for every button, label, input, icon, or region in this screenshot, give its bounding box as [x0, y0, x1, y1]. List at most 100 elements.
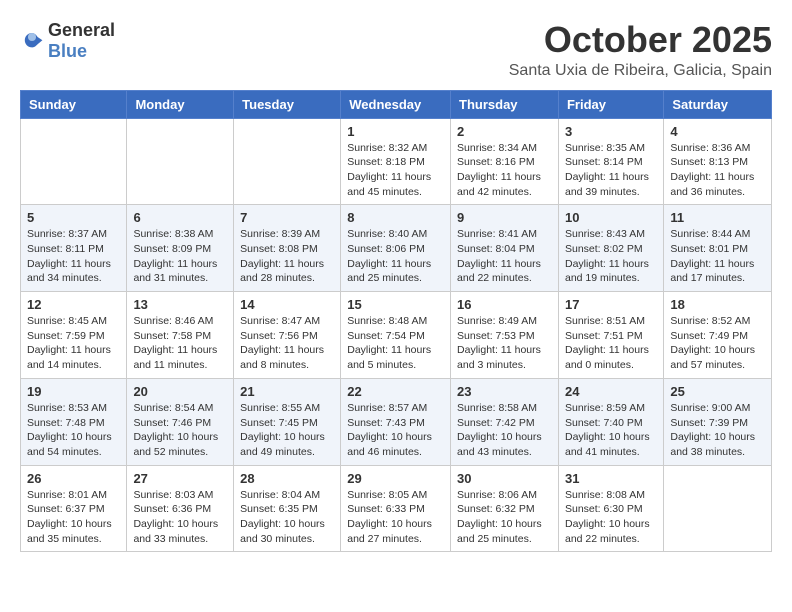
calendar-cell: 8 Sunrise: 8:40 AM Sunset: 8:06 PM Daylig…	[341, 205, 451, 292]
day-number: 20	[133, 384, 227, 399]
calendar-cell: 16Sunrise: 8:49 AM Sunset: 7:53 PM Dayli…	[451, 292, 559, 379]
day-number: 27	[133, 471, 227, 486]
day-number: 2	[457, 124, 552, 139]
calendar-cell: 12 Sunrise: 8:45 AM Sunset: 7:59 PM Dayli…	[21, 292, 127, 379]
day-info: Sunrise: 8:32 AM Sunset: 8:18 PM Dayligh…	[347, 141, 444, 200]
day-info: Sunrise: 8:03 AM Sunset: 6:36 PM Dayligh…	[133, 488, 227, 547]
logo-text-blue: Blue	[48, 41, 87, 61]
calendar-cell: 3 Sunrise: 8:35 AM Sunset: 8:14 PM Daylig…	[558, 118, 663, 205]
weekday-header-row: SundayMondayTuesdayWednesdayThursdayFrid…	[21, 90, 772, 118]
day-number: 8	[347, 210, 444, 225]
day-number: 5	[27, 210, 120, 225]
day-info: Sunrise: 8:54 AM Sunset: 7:46 PM Dayligh…	[133, 401, 227, 460]
calendar-cell: 20 Sunrise: 8:54 AM Sunset: 7:46 PM Dayli…	[127, 378, 234, 465]
weekday-header-friday: Friday	[558, 90, 663, 118]
calendar-cell: 1 Sunrise: 8:32 AM Sunset: 8:18 PM Daylig…	[341, 118, 451, 205]
calendar-cell: 11 Sunrise: 8:44 AM Sunset: 8:01 PM Dayli…	[664, 205, 772, 292]
day-info: Sunrise: 8:51 AM Sunset: 7:51 PM Dayligh…	[565, 314, 657, 373]
calendar-cell: 2Sunrise: 8:34 AM Sunset: 8:16 PM Daylig…	[451, 118, 559, 205]
day-number: 24	[565, 384, 657, 399]
day-number: 13	[133, 297, 227, 312]
day-info: Sunrise: 8:44 AM Sunset: 8:01 PM Dayligh…	[670, 227, 765, 286]
logo-text-general: General	[48, 20, 115, 40]
day-number: 31	[565, 471, 657, 486]
day-info: Sunrise: 8:57 AM Sunset: 7:43 PM Dayligh…	[347, 401, 444, 460]
day-info: Sunrise: 8:45 AM Sunset: 7:59 PM Dayligh…	[27, 314, 120, 373]
calendar-cell: 6 Sunrise: 8:38 AM Sunset: 8:09 PM Daylig…	[127, 205, 234, 292]
page-header: General Blue October 2025 Santa Uxia de …	[20, 20, 772, 80]
day-number: 7	[240, 210, 334, 225]
location-title: Santa Uxia de Ribeira, Galicia, Spain	[509, 62, 772, 80]
weekday-header-tuesday: Tuesday	[234, 90, 341, 118]
calendar-cell	[234, 118, 341, 205]
day-number: 18	[670, 297, 765, 312]
day-number: 9	[457, 210, 552, 225]
calendar-cell: 14 Sunrise: 8:47 AM Sunset: 7:56 PM Dayli…	[234, 292, 341, 379]
day-info: Sunrise: 8:43 AM Sunset: 8:02 PM Dayligh…	[565, 227, 657, 286]
day-info: Sunrise: 8:05 AM Sunset: 6:33 PM Dayligh…	[347, 488, 444, 547]
day-info: Sunrise: 8:40 AM Sunset: 8:06 PM Dayligh…	[347, 227, 444, 286]
calendar-cell: 18Sunrise: 8:52 AM Sunset: 7:49 PM Dayli…	[664, 292, 772, 379]
calendar-cell: 29Sunrise: 8:05 AM Sunset: 6:33 PM Dayli…	[341, 465, 451, 552]
day-number: 15	[347, 297, 444, 312]
calendar-cell: 27 Sunrise: 8:03 AM Sunset: 6:36 PM Dayli…	[127, 465, 234, 552]
day-number: 6	[133, 210, 227, 225]
day-info: Sunrise: 8:49 AM Sunset: 7:53 PM Dayligh…	[457, 314, 552, 373]
title-block: October 2025 Santa Uxia de Ribeira, Gali…	[509, 20, 772, 80]
weekday-header-monday: Monday	[127, 90, 234, 118]
day-number: 12	[27, 297, 120, 312]
day-number: 3	[565, 124, 657, 139]
day-info: Sunrise: 8:35 AM Sunset: 8:14 PM Dayligh…	[565, 141, 657, 200]
calendar-cell: 24Sunrise: 8:59 AM Sunset: 7:40 PM Dayli…	[558, 378, 663, 465]
day-info: Sunrise: 8:08 AM Sunset: 6:30 PM Dayligh…	[565, 488, 657, 547]
day-info: Sunrise: 8:47 AM Sunset: 7:56 PM Dayligh…	[240, 314, 334, 373]
day-number: 30	[457, 471, 552, 486]
calendar-cell: 21 Sunrise: 8:55 AM Sunset: 7:45 PM Dayli…	[234, 378, 341, 465]
day-number: 22	[347, 384, 444, 399]
calendar-cell: 26Sunrise: 8:01 AM Sunset: 6:37 PM Dayli…	[21, 465, 127, 552]
day-info: Sunrise: 8:04 AM Sunset: 6:35 PM Dayligh…	[240, 488, 334, 547]
calendar-table: SundayMondayTuesdayWednesdayThursdayFrid…	[20, 90, 772, 553]
day-info: Sunrise: 8:01 AM Sunset: 6:37 PM Dayligh…	[27, 488, 120, 547]
day-number: 19	[27, 384, 120, 399]
calendar-cell: 31 Sunrise: 8:08 AM Sunset: 6:30 PM Dayli…	[558, 465, 663, 552]
weekday-header-wednesday: Wednesday	[341, 90, 451, 118]
day-info: Sunrise: 8:37 AM Sunset: 8:11 PM Dayligh…	[27, 227, 120, 286]
calendar-cell	[21, 118, 127, 205]
day-info: Sunrise: 8:58 AM Sunset: 7:42 PM Dayligh…	[457, 401, 552, 460]
day-info: Sunrise: 8:53 AM Sunset: 7:48 PM Dayligh…	[27, 401, 120, 460]
day-number: 28	[240, 471, 334, 486]
day-info: Sunrise: 8:55 AM Sunset: 7:45 PM Dayligh…	[240, 401, 334, 460]
day-info: Sunrise: 8:38 AM Sunset: 8:09 PM Dayligh…	[133, 227, 227, 286]
calendar-cell: 17 Sunrise: 8:51 AM Sunset: 7:51 PM Dayli…	[558, 292, 663, 379]
calendar-cell: 25Sunrise: 9:00 AM Sunset: 7:39 PM Dayli…	[664, 378, 772, 465]
calendar-cell	[127, 118, 234, 205]
calendar-cell: 15Sunrise: 8:48 AM Sunset: 7:54 PM Dayli…	[341, 292, 451, 379]
day-info: Sunrise: 8:46 AM Sunset: 7:58 PM Dayligh…	[133, 314, 227, 373]
calendar-cell: 7 Sunrise: 8:39 AM Sunset: 8:08 PM Daylig…	[234, 205, 341, 292]
calendar-cell: 22 Sunrise: 8:57 AM Sunset: 7:43 PM Dayli…	[341, 378, 451, 465]
weekday-header-sunday: Sunday	[21, 90, 127, 118]
day-number: 4	[670, 124, 765, 139]
calendar-week-row: 12 Sunrise: 8:45 AM Sunset: 7:59 PM Dayli…	[21, 292, 772, 379]
weekday-header-saturday: Saturday	[664, 90, 772, 118]
calendar-week-row: 1 Sunrise: 8:32 AM Sunset: 8:18 PM Daylig…	[21, 118, 772, 205]
day-number: 25	[670, 384, 765, 399]
logo-icon	[20, 29, 44, 53]
day-info: Sunrise: 8:36 AM Sunset: 8:13 PM Dayligh…	[670, 141, 765, 200]
day-number: 17	[565, 297, 657, 312]
month-title: October 2025	[509, 20, 772, 60]
weekday-header-thursday: Thursday	[451, 90, 559, 118]
calendar-cell: 19 Sunrise: 8:53 AM Sunset: 7:48 PM Dayli…	[21, 378, 127, 465]
calendar-cell: 23Sunrise: 8:58 AM Sunset: 7:42 PM Dayli…	[451, 378, 559, 465]
calendar-cell: 13 Sunrise: 8:46 AM Sunset: 7:58 PM Dayli…	[127, 292, 234, 379]
day-number: 1	[347, 124, 444, 139]
calendar-week-row: 26Sunrise: 8:01 AM Sunset: 6:37 PM Dayli…	[21, 465, 772, 552]
calendar-week-row: 5 Sunrise: 8:37 AM Sunset: 8:11 PM Daylig…	[21, 205, 772, 292]
calendar-cell: 30Sunrise: 8:06 AM Sunset: 6:32 PM Dayli…	[451, 465, 559, 552]
day-info: Sunrise: 8:39 AM Sunset: 8:08 PM Dayligh…	[240, 227, 334, 286]
calendar-cell: 9Sunrise: 8:41 AM Sunset: 8:04 PM Daylig…	[451, 205, 559, 292]
day-number: 14	[240, 297, 334, 312]
day-number: 21	[240, 384, 334, 399]
day-number: 11	[670, 210, 765, 225]
